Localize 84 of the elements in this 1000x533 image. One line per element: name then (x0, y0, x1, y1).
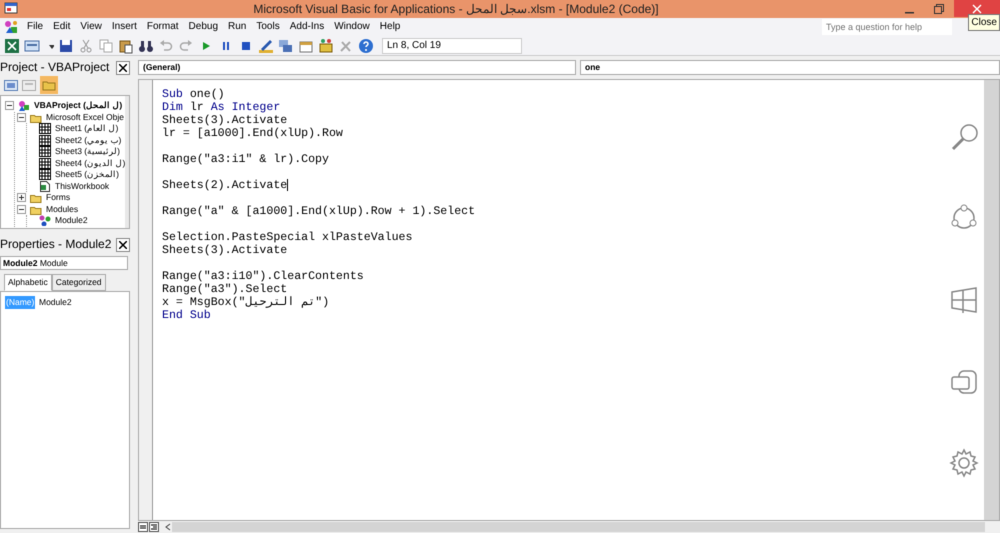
code-line[interactable]: End Sub (162, 309, 211, 322)
tree-item[interactable]: Sheet2 (ب يومي) (55, 134, 122, 146)
menu-item[interactable]: Format (142, 18, 184, 36)
code-line[interactable]: Range("a3").Select (162, 283, 288, 296)
close-icon (119, 240, 127, 248)
menu-item[interactable]: Tools (251, 18, 285, 36)
toolbox-icon[interactable] (318, 38, 334, 54)
object-dropdown[interactable]: Module2 Module (0, 256, 128, 270)
menu-item[interactable]: View (75, 18, 107, 36)
collapse-icon[interactable] (17, 112, 26, 122)
code-line[interactable]: Range("a" & [a1000].End(xlUp).Row + 1).Select (162, 205, 476, 218)
app-icon (4, 1, 18, 16)
folder-icon (30, 192, 42, 204)
save-icon[interactable] (58, 38, 74, 54)
code-line[interactable]: Sheets(3).Activate (162, 244, 288, 257)
minimize-icon (904, 12, 914, 14)
sheet-icon (39, 123, 51, 134)
code-line[interactable]: Selection.PasteSpecial xlPasteValues (162, 231, 412, 244)
menu-item[interactable]: Debug (184, 18, 224, 36)
sheet-icon (39, 146, 51, 158)
code-line[interactable]: Sub one() (162, 88, 225, 101)
property-value[interactable]: Module2 (39, 296, 72, 308)
form-icon[interactable] (24, 38, 40, 54)
tree-item[interactable]: ThisWorkbook (55, 180, 110, 192)
shapes-icon (18, 100, 30, 112)
tree-item[interactable]: Microsoft Excel Obje (46, 112, 124, 123)
position-field: Ln 8, Col 19 (382, 38, 522, 54)
close-button[interactable] (116, 60, 130, 74)
restore-icon (934, 4, 944, 14)
tree-item[interactable]: Sheet4 (ل الديون) (55, 158, 126, 169)
tooltip: Close (968, 14, 1000, 31)
windows-icon[interactable] (949, 284, 979, 315)
procedure-dropdown[interactable]: one (580, 60, 1000, 75)
code-line[interactable]: x = MsgBox("تم الترحيل") (162, 296, 330, 309)
close-button[interactable] (116, 238, 130, 252)
design-icon[interactable] (258, 38, 274, 54)
window-title: Microsoft Visual Basic for Applications - سجل المحل.xlsm - [Module2 (Code)] (253, 2, 659, 16)
menu-item[interactable]: Add-Ins (284, 18, 330, 36)
search-icon[interactable] (949, 122, 979, 152)
help-search-field[interactable]: Type a question for help (822, 19, 952, 35)
menu-item[interactable]: Help (374, 18, 406, 36)
code-line[interactable]: Range("a3:i10").ClearContents (162, 270, 364, 283)
vertical-scrollbar[interactable] (984, 80, 999, 520)
menu-item[interactable]: Run (223, 18, 252, 36)
sheet-icon (39, 169, 51, 180)
tree-item[interactable]: Sheet5 (المخزن) (55, 169, 119, 180)
tree-item[interactable]: VBAProject (ل المحل) (34, 100, 122, 112)
workbook-icon (39, 180, 51, 192)
tree-item[interactable]: Sheet3 (لرئيسية) (55, 146, 120, 158)
tree-item[interactable]: Modules (46, 204, 78, 215)
tab[interactable]: Categorized (52, 274, 106, 291)
code-line[interactable]: lr = [a1000].End(xlUp).Row (162, 127, 343, 140)
help-icon[interactable] (358, 38, 374, 54)
collapse-icon[interactable] (5, 101, 14, 110)
tree-item[interactable]: Sheet1 (ل العام) (55, 123, 118, 134)
settings-icon[interactable] (949, 448, 979, 478)
menu-item[interactable]: Edit (48, 18, 76, 36)
tree-item[interactable]: Module2 (55, 215, 88, 226)
panel-title: Properties - Module2 (0, 237, 112, 252)
menu-item[interactable]: Window (329, 18, 375, 36)
code-line[interactable]: Sheets(3).Activate (162, 114, 288, 127)
tree-item[interactable]: Forms (46, 192, 70, 204)
sheet-icon (39, 158, 51, 169)
module-icon (39, 215, 51, 226)
expand-icon[interactable] (17, 193, 26, 202)
panel-title: Project - VBAProject (0, 60, 110, 75)
shapes-icon[interactable] (4, 20, 18, 34)
code-line[interactable]: Range("a3:i1" & lr).Copy (162, 153, 329, 166)
sheet-icon (39, 134, 51, 146)
menu-item[interactable]: Insert (106, 18, 142, 36)
excel-icon[interactable] (4, 38, 20, 54)
horizontal-scrollbar[interactable] (172, 522, 985, 532)
view-code-icon[interactable] (4, 79, 18, 91)
close-icon (972, 4, 982, 14)
paste-icon[interactable] (118, 38, 134, 54)
code-line[interactable]: Dim lr As Integer (162, 101, 280, 114)
object-dropdown[interactable]: (General) (138, 60, 576, 75)
close-icon (119, 64, 127, 72)
scroll-left-icon[interactable] (164, 522, 172, 532)
collapse-icon[interactable] (17, 204, 26, 214)
tab[interactable]: Alphabetic (4, 274, 52, 291)
view-toggle-icon[interactable] (138, 522, 160, 532)
menu-item[interactable]: File (22, 18, 48, 36)
code-line[interactable]: Sheets(2).Activate (162, 179, 288, 192)
